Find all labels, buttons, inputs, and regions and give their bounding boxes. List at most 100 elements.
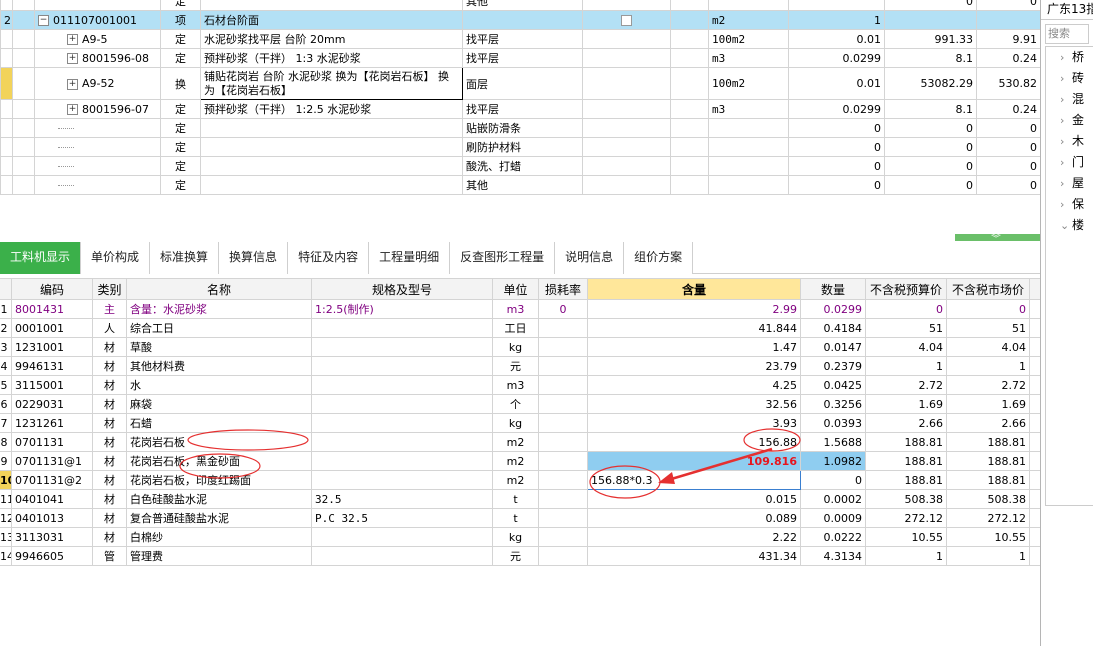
material-loss-rate[interactable]: [538, 375, 588, 395]
material-loss-rate[interactable]: [538, 508, 588, 528]
library-search-input[interactable]: 搜索: [1045, 24, 1089, 44]
material-loss-rate[interactable]: [538, 546, 588, 566]
material-row[interactable]: 100701131@2材花岗岩石板，印度红踢面m2156.88*0.30188.…: [0, 470, 1041, 490]
material-spec[interactable]: [311, 337, 493, 357]
material-name[interactable]: 石蜡: [126, 413, 312, 433]
quota-code[interactable]: +8001596-07: [34, 99, 161, 119]
quota-row[interactable]: + A9-5 定水泥砂浆找平层 台阶 20mm 找平层 100m2 0.01 991.33 9…: [0, 29, 1041, 49]
material-row[interactable]: 7 1231261 材石蜡 kg 3.93 0.0393 2.66 2.66: [0, 413, 1041, 433]
material-market-price[interactable]: 188.81: [946, 470, 1030, 490]
material-content[interactable]: 0.015: [587, 489, 801, 509]
tab-9[interactable]: 组价方案: [624, 242, 694, 274]
material-code[interactable]: 3115001: [11, 375, 93, 395]
quota-quantity[interactable]: 0: [788, 156, 885, 176]
chevron-right-icon[interactable]: ›: [1060, 89, 1064, 110]
material-loss-rate[interactable]: [538, 432, 588, 452]
material-spec[interactable]: [311, 413, 493, 433]
material-market-price[interactable]: 0: [946, 299, 1030, 319]
tab-1[interactable]: 工料机显示: [0, 242, 82, 274]
material-loss-rate[interactable]: [538, 394, 588, 414]
material-code[interactable]: 3113031: [11, 527, 93, 547]
quota-name[interactable]: [200, 175, 463, 195]
quota-row[interactable]: 定酸洗、打蜡 0 0 0: [0, 156, 1041, 176]
material-market-price[interactable]: 1: [946, 356, 1030, 376]
material-spec[interactable]: [311, 470, 493, 490]
chevron-right-icon[interactable]: ›: [1060, 110, 1064, 131]
library-tree-item[interactable]: › 屋: [1046, 173, 1093, 194]
quota-quantity[interactable]: 0: [788, 118, 885, 138]
material-name[interactable]: 白棉纱: [126, 527, 312, 547]
material-row[interactable]: 5 3115001 材水 m3 4.25 0.0425 2.72 2.72: [0, 375, 1041, 395]
column-header[interactable]: 不含税市场价: [946, 278, 1030, 300]
material-name[interactable]: 含量：水泥砂浆: [126, 299, 312, 319]
material-spec[interactable]: [311, 546, 493, 566]
quota-row[interactable]: 定其他 0 0 0: [0, 175, 1041, 195]
material-content[interactable]: 41.844: [587, 318, 801, 338]
quota-row[interactable]: + A9-52 换铺贴花岗岩 台阶 水泥砂浆 换为【花岗岩石板】 换为【花岗岩石板】…: [0, 67, 1041, 100]
expand-icon[interactable]: +: [67, 53, 78, 64]
chevron-right-icon[interactable]: ›: [1060, 194, 1064, 215]
material-market-price[interactable]: 188.81: [946, 451, 1030, 471]
quota-name[interactable]: 铺贴花岗岩 台阶 水泥砂浆 换为【花岗岩石板】 换为【花岗岩石板】: [200, 67, 463, 100]
material-market-price[interactable]: 1.69: [946, 394, 1030, 414]
material-code[interactable]: 9946131: [11, 356, 93, 376]
material-name[interactable]: 复合普通硅酸盐水泥: [126, 508, 312, 528]
quota-name[interactable]: [200, 137, 463, 157]
material-spec[interactable]: P.C 32.5: [311, 508, 493, 528]
material-code[interactable]: 0401013: [11, 508, 93, 528]
library-tree-item[interactable]: › 桥: [1046, 47, 1093, 68]
material-name[interactable]: 水: [126, 375, 312, 395]
material-row[interactable]: 8 0701131 材花岗岩石板 m2 156.88 1.5688 188.81 188.81: [0, 432, 1041, 452]
material-row[interactable]: 2 0001001 人综合工日 工日 41.844 0.4184 51 51: [0, 318, 1041, 338]
quota-row[interactable]: 2−011107001001 项石材台阶面 m2 1: [0, 10, 1041, 30]
material-content[interactable]: 3.93: [587, 413, 801, 433]
library-tree-item[interactable]: › 门: [1046, 152, 1093, 173]
expand-icon[interactable]: +: [67, 104, 78, 115]
material-loss-rate[interactable]: [538, 527, 588, 547]
quota-code[interactable]: [34, 118, 161, 138]
material-code[interactable]: 0401041: [11, 489, 93, 509]
material-code[interactable]: 0701131: [11, 432, 93, 452]
tab-5[interactable]: 特征及内容: [288, 242, 370, 274]
material-row[interactable]: 4 9946131 材其他材料费元 23.79 0.2379 1 1: [0, 356, 1041, 376]
material-content[interactable]: 2.99: [587, 299, 801, 319]
material-market-price[interactable]: 4.04: [946, 337, 1030, 357]
quota-name[interactable]: 预拌砂浆（干拌） 1:2.5 水泥砂浆: [200, 99, 463, 119]
quota-name[interactable]: [200, 118, 463, 138]
quota-row[interactable]: 定 其他 0 0: [0, 0, 1041, 11]
material-name[interactable]: 花岗岩石板: [126, 432, 312, 452]
material-market-price[interactable]: 272.12: [946, 508, 1030, 528]
material-code[interactable]: 1231261: [11, 413, 93, 433]
quota-code[interactable]: [34, 156, 161, 176]
material-content[interactable]: 431.34: [587, 546, 801, 566]
quota-code[interactable]: +8001596-08: [34, 48, 161, 68]
material-code[interactable]: 1231001: [11, 337, 93, 357]
material-market-price[interactable]: 1: [946, 546, 1030, 566]
tab-2[interactable]: 单价构成: [81, 242, 151, 274]
quota-quantity[interactable]: 0: [788, 175, 885, 195]
tab-3[interactable]: 标准换算: [150, 242, 220, 274]
quota-quantity[interactable]: 1: [788, 10, 885, 30]
material-loss-rate[interactable]: [538, 356, 588, 376]
material-name[interactable]: 花岗岩石板，黑金砂面: [126, 451, 312, 471]
quota-code[interactable]: [34, 137, 161, 157]
material-content[interactable]: 32.56: [587, 394, 801, 414]
material-loss-rate[interactable]: [538, 451, 588, 471]
material-spec[interactable]: [311, 432, 493, 452]
quota-quantity[interactable]: 0.01: [788, 67, 885, 100]
material-name[interactable]: 其他材料费: [126, 356, 312, 376]
material-name[interactable]: 管理费: [126, 546, 312, 566]
quota-code[interactable]: [34, 0, 161, 11]
material-spec[interactable]: [311, 356, 493, 376]
material-market-price[interactable]: 508.38: [946, 489, 1030, 509]
material-spec[interactable]: [311, 527, 493, 547]
quota-name[interactable]: [200, 0, 463, 11]
material-code[interactable]: 0701131@1: [11, 451, 93, 471]
quota-code[interactable]: + A9-52: [34, 67, 161, 100]
material-loss-rate[interactable]: [538, 470, 588, 490]
material-name[interactable]: 花岗岩石板，印度红踢面: [126, 470, 312, 490]
expand-icon[interactable]: +: [67, 34, 78, 45]
material-market-price[interactable]: 51: [946, 318, 1030, 338]
material-content[interactable]: 4.25: [587, 375, 801, 395]
column-header[interactable]: 数量: [800, 278, 866, 300]
